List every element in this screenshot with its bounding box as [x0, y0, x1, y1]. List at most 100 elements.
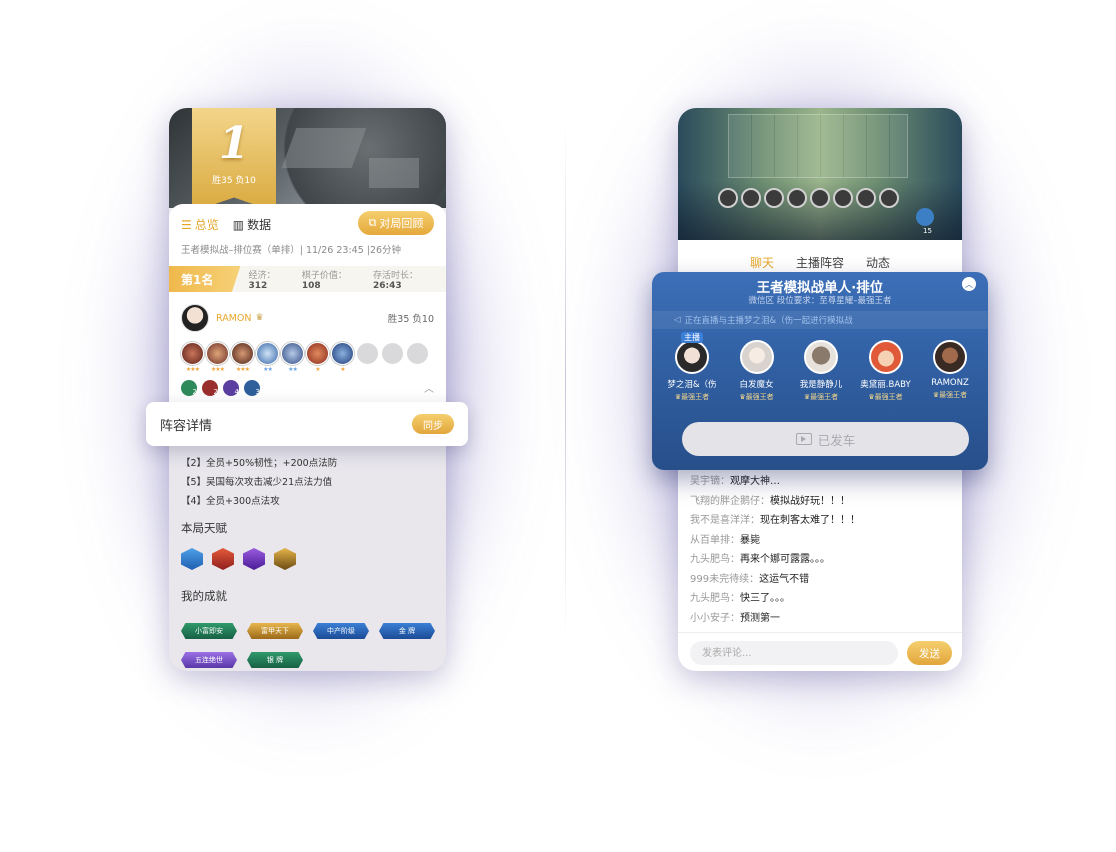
tab-feed[interactable]: 动态 — [866, 254, 890, 271]
empty-slot — [381, 342, 404, 365]
bench-slot — [833, 188, 853, 208]
achievement-badge[interactable]: 金 牌 — [379, 623, 435, 639]
equip-icon: 3 — [244, 380, 260, 396]
achievement-badge[interactable]: 五连绝世 — [181, 652, 237, 668]
rank-ribbon: 1 胜35 负10 — [192, 108, 276, 212]
hero-lineup: ★★★ ★★★ ★★★ ★★ ★★ ★ ★ — [181, 342, 429, 373]
live-game-video[interactable]: 15 — [678, 108, 962, 240]
hero-avatar[interactable]: ★★ — [256, 342, 279, 373]
player-row[interactable]: RAMON ♛ 胜35 负10 — [181, 304, 434, 332]
overview-tabs: ☰ 总览 ▥ 数据 — [181, 216, 271, 233]
talent-icon[interactable] — [243, 548, 265, 570]
member-item[interactable]: RAMONZ ♛最强王者 — [918, 340, 982, 402]
member-rank: ♛最强王者 — [674, 393, 710, 401]
hero-avatar[interactable]: ★ — [331, 342, 354, 373]
stat-economy: 经济：312 — [248, 270, 276, 291]
stat-piece-value: 棋子价值：108 — [301, 270, 347, 291]
bench-slot — [764, 188, 784, 208]
collapse-chevron-icon[interactable]: ︿ — [424, 380, 434, 395]
bench-slot — [879, 188, 899, 208]
hero-avatar[interactable]: ★★★ — [181, 342, 204, 373]
tab-data[interactable]: ▥ 数据 — [233, 216, 271, 233]
member-name: 白发魔女 — [739, 380, 774, 390]
tab-chat[interactable]: 聊天 — [750, 254, 774, 271]
chat-message: 飞翔的胖企鹅仔：模拟战好玩！！！ — [690, 495, 850, 507]
live-notice: ◁ 正在直播与主播梦之泪&（伤一起进行模拟战 — [652, 311, 988, 329]
match-review-button[interactable]: ⧉ 对局回顾 — [358, 211, 434, 235]
lineup-detail-popup[interactable]: 阵容详情 同步 — [146, 402, 468, 446]
member-item[interactable]: 奥黛丽.BABY ♛最强王者 — [854, 340, 918, 402]
stage: 1 胜35 负10 ☰ 总览 ▥ 数据 ⧉ 对局回顾 王者模拟战–排位赛（单排）… — [0, 0, 1116, 852]
achievement-badge[interactable]: 富甲天下 — [247, 623, 303, 639]
chat-list: 吴宇镝：观摩大神… 飞翔的胖企鹅仔：模拟战好玩！！！ 我不是喜洋洋：现在刺客太难… — [690, 472, 860, 628]
chat-message: 999未完待续：这运气不错 — [690, 573, 810, 585]
equipment-row: 2 2 4 3 — [181, 380, 260, 396]
bench-slot — [856, 188, 876, 208]
sync-button[interactable]: 同步 — [412, 414, 454, 434]
chat-message: 九头肥鸟：再来个娜可露露。。。 — [690, 554, 830, 565]
chat-message: 九头肥鸟：快三了。。。 — [690, 593, 790, 604]
achievement-title: 我的成就 — [181, 589, 227, 603]
launched-button[interactable]: 已发车 — [682, 422, 969, 456]
talent-icon[interactable] — [212, 548, 234, 570]
result-screen: 1 胜35 负10 ☰ 总览 ▥ 数据 ⧉ 对局回顾 王者模拟战–排位赛（单排）… — [169, 108, 446, 671]
center-divider — [565, 120, 566, 640]
player-avatar — [181, 304, 209, 332]
member-rank: ♛最强王者 — [868, 393, 903, 401]
member-avatar — [868, 340, 903, 374]
bar-chart-icon: ▥ — [232, 217, 245, 232]
achievement-badge[interactable]: 银 牌 — [247, 652, 303, 668]
talent-list — [181, 548, 296, 570]
bench-slot — [741, 188, 761, 208]
rank-number: 1 — [218, 118, 250, 169]
tab-overview[interactable]: ☰ 总览 — [181, 216, 219, 233]
tab-streamer-lineup[interactable]: 主播阵容 — [796, 254, 844, 271]
talent-icon[interactable] — [274, 548, 296, 570]
crown-icon: ♛ — [255, 313, 264, 323]
player-name: RAMON — [216, 312, 252, 324]
chat-message: 从百单排：暴毙 — [690, 534, 760, 546]
hero-avatar[interactable]: ★★ — [281, 342, 304, 373]
comment-input[interactable] — [690, 641, 898, 665]
hero-avatar[interactable]: ★★★ — [206, 342, 229, 373]
member-name: 梦之泪&（伤 — [667, 380, 717, 390]
hero-avatar[interactable]: ★ — [306, 342, 329, 373]
talent-icon[interactable] — [181, 548, 203, 570]
talent-title: 本局天赋 — [181, 521, 227, 535]
chat-message: 小小安子：预测第一 — [690, 612, 780, 624]
member-list: 主播 梦之泪&（伤 ♛最强王者 白发魔女 ♛最强王者 我是静静儿 ♛最强王者 奥… — [660, 332, 982, 402]
bench-slot — [810, 188, 830, 208]
chat-message: 我不是喜洋洋：现在刺客太难了！！！ — [690, 515, 860, 526]
bench-slot — [718, 188, 738, 208]
collapse-icon[interactable]: ︿ — [962, 277, 976, 291]
member-avatar — [739, 340, 774, 374]
achievement-list: 小富即安 富甲天下 中产阶级金 牌 五连绝世银 牌 — [181, 618, 446, 671]
buff-item: 【5】吴国每次攻击减少21点法力值 — [181, 477, 333, 488]
popup-title: 阵容详情 — [160, 418, 213, 434]
stat-survival-time: 存活时长：26:43 — [373, 270, 419, 291]
member-name: 我是静静儿 — [799, 380, 843, 390]
member-item[interactable]: 主播 梦之泪&（伤 ♛最强王者 — [660, 332, 724, 402]
send-button[interactable]: 发送 — [907, 641, 952, 665]
gold-icon — [916, 208, 934, 226]
member-avatar — [804, 340, 838, 374]
room-title: 王者模拟战单人·排位 — [756, 280, 884, 296]
bench-slot — [787, 188, 807, 208]
tab-label: 总览 — [194, 218, 219, 232]
comment-bar: 发送 — [678, 632, 962, 671]
member-item[interactable]: 白发魔女 ♛最强王者 — [725, 340, 789, 402]
buff-item: 【4】全员+300点法攻 — [181, 496, 280, 507]
chat-message: 吴宇镝：观摩大神… — [690, 476, 780, 487]
member-item[interactable]: 我是静静儿 ♛最强王者 — [789, 340, 853, 402]
review-icon: ⧉ — [368, 216, 377, 229]
room-popup: 王者模拟战单人·排位 微信区 段位要求：至尊星耀–最强王者 ︿ ◁ 正在直播与主… — [652, 272, 988, 470]
achievement-badge[interactable]: 中产阶级 — [313, 623, 369, 639]
member-rank: ♛最强王者 — [932, 391, 968, 399]
hero-avatar[interactable]: ★★★ — [231, 342, 254, 373]
list-icon: ☰ — [181, 217, 192, 232]
bench-row — [718, 188, 899, 208]
rank-record: 胜35 负10 — [212, 176, 256, 186]
achievement-badge[interactable]: 小富即安 — [181, 623, 237, 639]
live-tabs: 聊天 主播阵容 动态 — [678, 254, 962, 271]
member-name: 奥黛丽.BABY — [860, 380, 911, 390]
